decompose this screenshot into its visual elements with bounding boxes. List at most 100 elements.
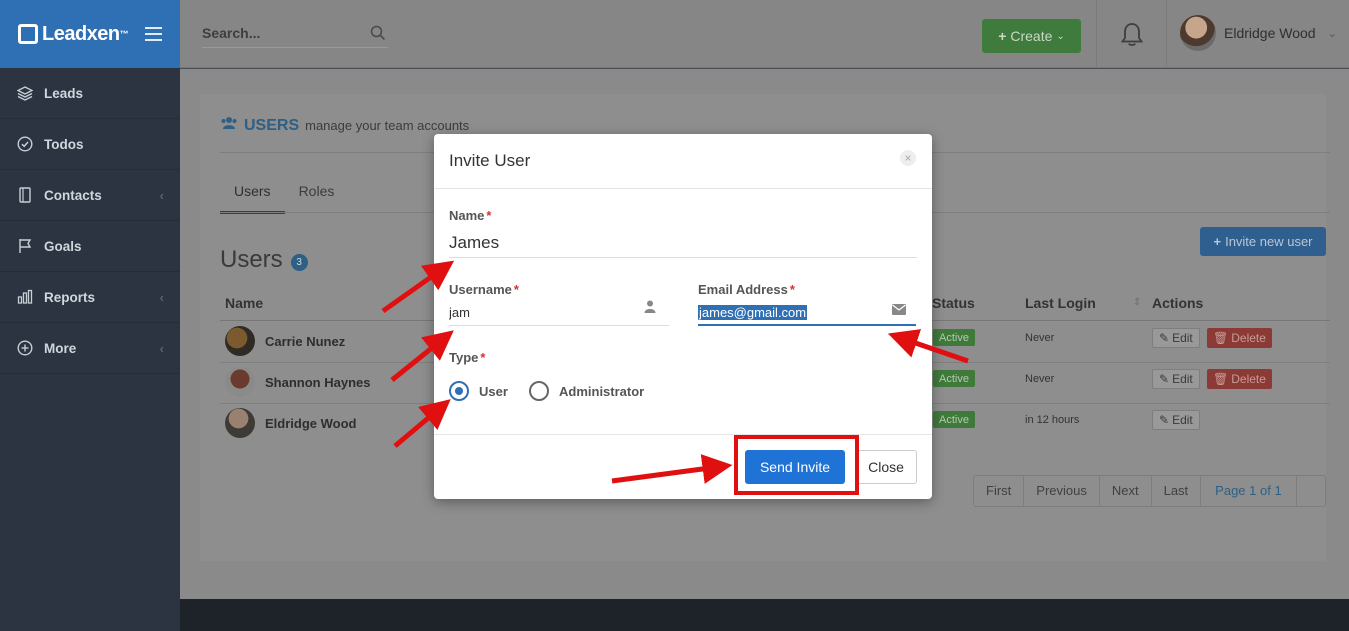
type-user-radio[interactable] (449, 381, 469, 401)
search-input[interactable] (202, 18, 388, 47)
username-label-text: Username (449, 282, 512, 297)
trademark: ™ (119, 29, 129, 39)
pencil-icon: ✎ (1159, 331, 1170, 345)
email-field[interactable]: james@gmail.com (698, 302, 916, 326)
user-name[interactable]: Carrie Nunez (265, 334, 345, 349)
user-name: Eldridge Wood (1224, 25, 1316, 41)
last-login: Never (1025, 332, 1055, 344)
column-header-name[interactable]: Name (225, 295, 263, 311)
page-title: USERS (244, 117, 300, 134)
invite-new-user-button[interactable]: + Invite new user (1200, 227, 1326, 256)
name-field[interactable] (449, 228, 917, 258)
count-badge: 3 (290, 253, 308, 271)
envelope-icon (892, 302, 906, 318)
edit-button[interactable]: ✎ Edit (1152, 369, 1200, 389)
create-button[interactable]: + Create ⌄ (982, 19, 1081, 53)
logo-bar: Leadxen ™ (0, 0, 180, 68)
pager-last[interactable]: Last (1152, 476, 1202, 506)
last-login: in 12 hours (1025, 414, 1080, 426)
type-user-label[interactable]: User (479, 384, 508, 399)
delete-label: Delete (1231, 372, 1266, 386)
pager-previous[interactable]: Previous (1024, 476, 1100, 506)
tab-users[interactable]: Users (220, 181, 285, 214)
edit-button[interactable]: ✎ Edit (1152, 328, 1200, 348)
pager-next[interactable]: Next (1100, 476, 1152, 506)
search-box (202, 18, 388, 48)
search-icon[interactable] (370, 25, 386, 44)
edit-label: Edit (1172, 372, 1193, 386)
pager-extra (1297, 476, 1325, 506)
close-button[interactable]: Close (855, 450, 917, 484)
sort-icon[interactable]: ⇕ (1133, 297, 1141, 308)
flag-icon (16, 237, 34, 255)
type-administrator-radio[interactable] (529, 381, 549, 401)
chevron-left-icon: ‹ (159, 187, 164, 203)
avatar (1180, 15, 1216, 51)
edit-button[interactable]: ✎ Edit (1152, 410, 1200, 430)
sidebar-item-reports[interactable]: Reports ‹ (0, 272, 180, 323)
username-label: Username * (449, 282, 519, 297)
pencil-icon: ✎ (1159, 413, 1170, 427)
sidebar-item-goals[interactable]: Goals (0, 221, 180, 272)
edit-label: Edit (1172, 413, 1193, 427)
status-badge: Active (933, 329, 975, 346)
status-badge: Active (933, 411, 975, 428)
page-subtitle: manage your team accounts (305, 118, 470, 133)
delete-button[interactable]: 🗑 Delete (1207, 328, 1272, 348)
user-icon (644, 300, 656, 316)
sidebar-item-label: More (44, 340, 77, 356)
invite-label: Invite new user (1225, 234, 1313, 249)
sidebar-item-contacts[interactable]: Contacts ‹ (0, 170, 180, 221)
chevron-down-icon: ⌄ (1056, 30, 1065, 42)
sidebar-item-todos[interactable]: Todos (0, 119, 180, 170)
tab-roles[interactable]: Roles (285, 181, 349, 214)
sidebar-item-label: Todos (44, 136, 84, 152)
pencil-icon: ✎ (1159, 372, 1170, 386)
address-book-icon (16, 186, 34, 204)
layers-icon (16, 84, 34, 102)
chevron-left-icon: ‹ (159, 340, 164, 356)
username-field[interactable] (449, 300, 669, 326)
sidebar-item-label: Reports (44, 289, 96, 305)
required-mark: * (486, 208, 492, 223)
edit-label: Edit (1172, 331, 1193, 345)
chevron-down-icon: ⌄ (1327, 27, 1337, 40)
email-value: james@gmail.com (698, 305, 808, 320)
required-mark: * (789, 282, 795, 297)
required-mark: * (513, 282, 519, 297)
page-heading: USERS manage your team accounts (220, 116, 469, 135)
email-label: Email Address * (698, 282, 795, 297)
last-login: Never (1025, 373, 1055, 385)
app-logo[interactable]: Leadxen ™ (18, 23, 129, 46)
create-label: Create (1010, 28, 1053, 44)
status-badge: Active (933, 370, 975, 387)
avatar (225, 367, 255, 397)
bell-icon[interactable] (1120, 22, 1144, 51)
sidebar-item-leads[interactable]: Leads (0, 68, 180, 119)
sidebar-item-more[interactable]: More ‹ (0, 323, 180, 374)
required-mark: * (480, 350, 486, 365)
delete-button[interactable]: 🗑 Delete (1207, 369, 1272, 389)
trash-icon: 🗑 (1213, 372, 1229, 386)
column-header-actions: Actions (1152, 295, 1204, 311)
pager-current: Page 1 of 1 (1201, 476, 1297, 506)
user-menu[interactable]: Eldridge Wood ⌄ (1180, 15, 1337, 51)
divider (1096, 0, 1097, 68)
column-header-last-login[interactable]: Last Login (1025, 295, 1096, 311)
user-name[interactable]: Eldridge Wood (265, 416, 356, 431)
user-name[interactable]: Shannon Haynes (265, 375, 370, 390)
users-title-text: Users (220, 246, 283, 273)
type-administrator-label[interactable]: Administrator (559, 384, 644, 399)
pagination: First Previous Next Last Page 1 of 1 (973, 475, 1326, 507)
sidebar: Leadxen ™ Leads Todos Contacts ‹ Goals Re… (0, 0, 180, 631)
topbar: + Create ⌄ Eldridge Wood ⌄ (180, 0, 1349, 68)
modal-header: Invite User (434, 134, 932, 189)
sidebar-item-label: Goals (44, 238, 82, 254)
type-label: Type * (449, 350, 485, 365)
column-header-status[interactable]: Status (932, 295, 975, 311)
check-circle-icon (16, 135, 34, 153)
plus-circle-icon (16, 339, 34, 357)
hamburger-menu-icon[interactable] (145, 27, 162, 41)
close-icon[interactable]: × (900, 150, 916, 166)
pager-first[interactable]: First (974, 476, 1025, 506)
